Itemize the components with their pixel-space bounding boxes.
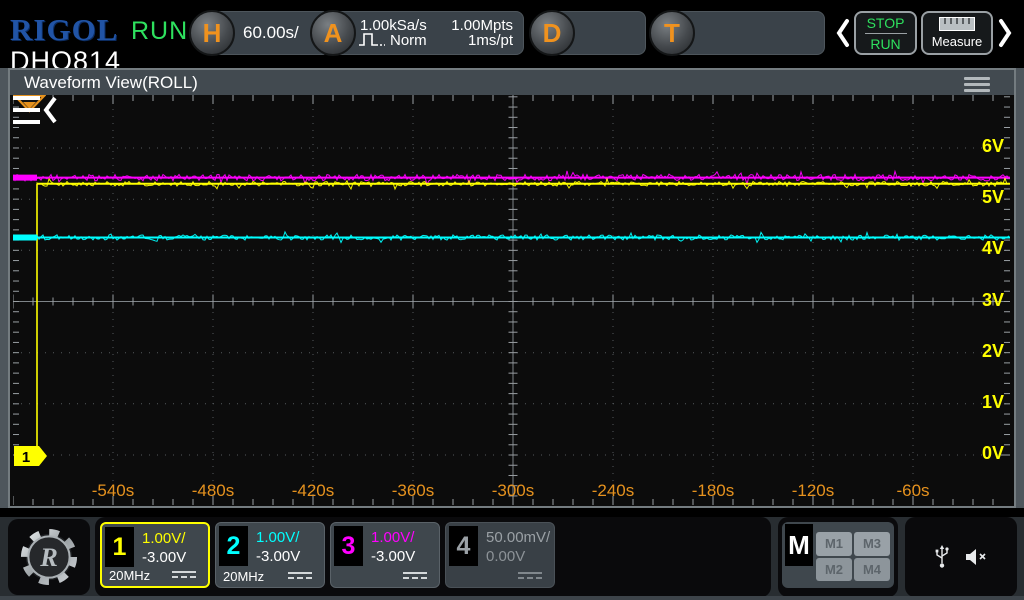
channel-2-offset: -3.00V (256, 548, 301, 565)
rigol-logo: RIGOL (10, 12, 119, 47)
acquisition-panel[interactable]: 1.00kSa/s Norm 1.00Mpts 1ms/pt (333, 11, 524, 55)
bottom-toolbar: R 1 1.00V/ -3.00V 20MHz 2 1.00V/ -3.00V … (0, 517, 1024, 600)
stop-run-button[interactable]: STOP RUN (854, 11, 917, 55)
speaker-muted-icon (966, 549, 986, 565)
decode-key-letter: D (542, 17, 562, 48)
horizontal-key-letter: H (202, 17, 222, 48)
status-panel (905, 517, 1017, 597)
acquisition-mode: Norm (390, 32, 427, 49)
trigger-key-letter: T (664, 17, 680, 48)
math-label: M (785, 524, 813, 566)
math-m3-button[interactable]: M3 (854, 532, 890, 556)
measure-button[interactable]: Measure (921, 11, 993, 55)
horizontal-key-button[interactable]: H (189, 10, 235, 56)
ruler-icon (939, 17, 975, 31)
time-axis-label: -240s (591, 481, 635, 500)
math-panel: M M1 M3 M2 M4 (778, 517, 898, 597)
time-axis-label: -300s (491, 481, 535, 500)
divider (864, 32, 907, 34)
measure-label: Measure (931, 34, 983, 49)
channel-1-number: 1 (105, 527, 134, 567)
hamburger-menu-icon[interactable] (964, 77, 990, 95)
window-title: Waveform View(ROLL) (24, 72, 198, 92)
math-buttons-grid: M1 M3 M2 M4 (816, 532, 890, 581)
voltage-axis-label: 6V (981, 136, 1004, 156)
acquisition-key-letter: A (323, 17, 343, 48)
time-axis-label: -60s (896, 481, 930, 500)
timebase-value: 60.00s/ (243, 23, 299, 42)
waveform-window: Waveform View(ROLL) 1 6V 5V 4V 3V 2V 1V 0V -540… (8, 68, 1016, 508)
waveform-plot[interactable]: 1 6V 5V 4V 3V 2V 1V 0V -540s -480s -420s -360s -300… (13, 95, 1010, 505)
voltage-axis-label: 3V (981, 289, 1004, 310)
dc-coupling-icon (403, 572, 427, 579)
voltage-axis-label: 2V (981, 340, 1004, 361)
channel-1-bandwidth: 20MHz (109, 568, 151, 583)
voltage-axis-label: 4V (981, 238, 1004, 259)
decode-key-button[interactable]: D (529, 10, 575, 56)
channel-4-scale: 50.00mV/ (486, 529, 551, 546)
channel-3-offset: -3.00V (371, 548, 416, 565)
channel-3-number: 3 (334, 526, 363, 566)
time-axis-label: -420s (291, 481, 335, 500)
channel-2-bandwidth: 20MHz (223, 569, 265, 584)
math-m4-button[interactable]: M4 (854, 557, 890, 581)
channel-2-chip[interactable]: 2 1.00V/ -3.00V 20MHz (215, 522, 325, 588)
time-axis-label: -120s (791, 481, 835, 500)
acquisition-key-button[interactable]: A (310, 10, 356, 56)
math-chip[interactable]: M M1 M3 M2 M4 (782, 522, 894, 588)
math-m1-button[interactable]: M1 (816, 532, 852, 556)
time-per-point-value: 1ms/pt (467, 32, 513, 49)
dc-coupling-icon (518, 572, 542, 579)
voltage-axis-label: 0V (981, 443, 1004, 463)
dc-coupling-icon (288, 572, 312, 579)
chevron-left-icon[interactable] (835, 17, 851, 49)
channel-1-chip[interactable]: 1 1.00V/ -3.00V 20MHz (100, 522, 210, 588)
channel-3-scale: 1.00V/ (371, 529, 415, 546)
math-m2-button[interactable]: M2 (816, 557, 852, 581)
oscilloscope-screen: RIGOL RUN 60.00s/ H 1.00kSa/s Norm 1.00M… (0, 0, 1024, 600)
bottom-edge-strip (0, 596, 1024, 600)
window-titlebar[interactable]: Waveform View(ROLL) (10, 70, 1014, 95)
svg-text:1: 1 (22, 449, 30, 466)
channel-2-scale: 1.00V/ (256, 529, 300, 546)
dc-coupling-icon (172, 571, 196, 578)
channel-4-chip[interactable]: 4 50.00mV/ 0.00V (445, 522, 555, 588)
channel-2-number: 2 (219, 526, 248, 566)
voltage-axis-label: 5V (981, 187, 1004, 208)
channel-4-offset: 0.00V (486, 548, 526, 565)
channel-1-level-marker[interactable]: 1 (14, 446, 47, 466)
channels-panel: 1 1.00V/ -3.00V 20MHz 2 1.00V/ -3.00V 20… (95, 517, 771, 597)
channel-1-scale: 1.00V/ (142, 530, 186, 547)
usb-icon (935, 545, 949, 568)
time-axis-label: -480s (191, 481, 235, 500)
collapse-menu-icon[interactable] (13, 95, 57, 125)
svg-text:R: R (39, 542, 58, 572)
stop-label: STOP (866, 14, 905, 31)
voltage-axis-label: 1V (981, 391, 1004, 412)
chevron-right-icon[interactable] (997, 17, 1013, 49)
time-axis-label: -540s (91, 481, 135, 500)
rigol-gear-button[interactable]: R (8, 519, 90, 595)
channel-4-number: 4 (449, 526, 478, 566)
waveform-grid-and-traces: 1 (13, 95, 1010, 505)
time-axis-label: -360s (391, 481, 435, 500)
pulse-icon (359, 33, 385, 46)
run-label: RUN (870, 35, 901, 52)
channel-1-offset: -3.00V (142, 549, 187, 566)
channel-3-chip[interactable]: 3 1.00V/ -3.00V (330, 522, 440, 588)
time-axis-label: -180s (691, 481, 735, 500)
trigger-key-button[interactable]: T (649, 10, 695, 56)
gear-logo-icon: R (20, 528, 78, 586)
run-status-label: RUN (131, 17, 189, 45)
